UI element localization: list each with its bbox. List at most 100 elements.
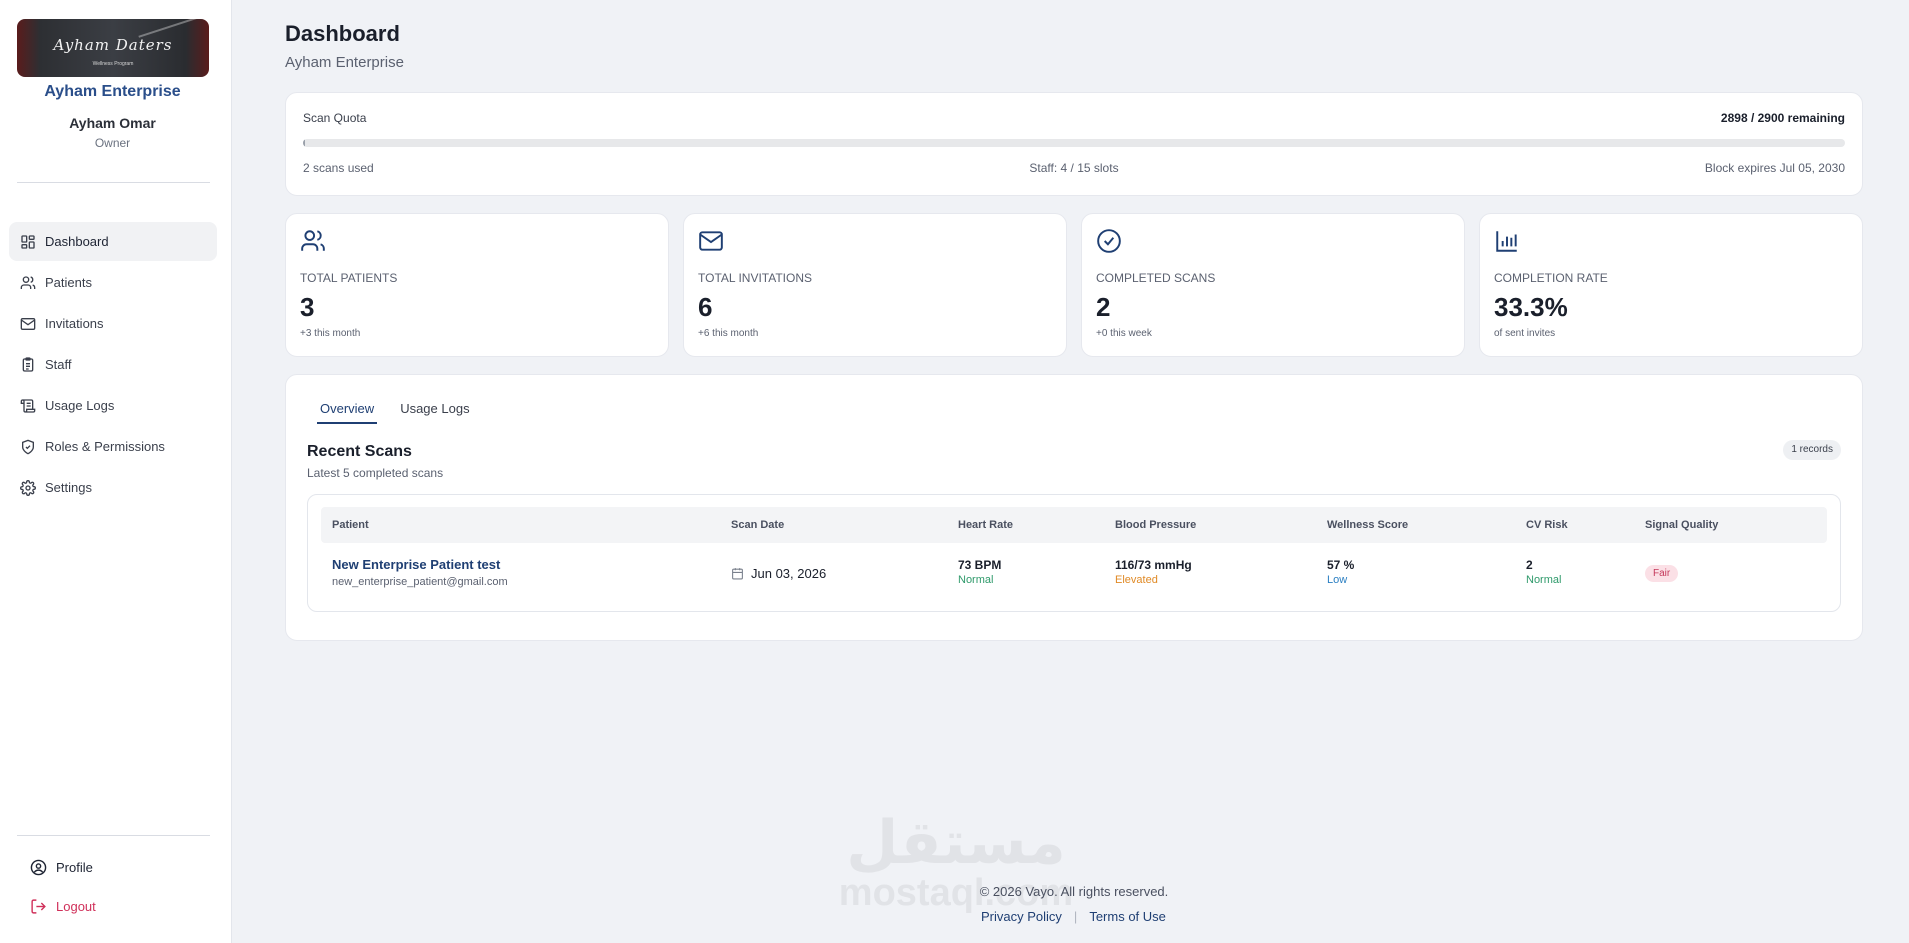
scan-date-cell: Jun 03, 2026 [731, 566, 826, 581]
quota-expiry: Block expires Jul 05, 2030 [1704, 161, 1845, 175]
column-header-heart-rate[interactable]: Heart Rate [958, 519, 1013, 531]
column-header-scan-date[interactable]: Scan Date [731, 519, 784, 531]
footer-copyright: © 2026 Vayo. All rights reserved. [979, 884, 1169, 899]
sidebar-item-patients[interactable]: Patients [9, 263, 217, 302]
tab-usage-logs[interactable]: Usage Logs [397, 401, 472, 424]
sidebar-item-invitations[interactable]: Invitations [9, 304, 217, 343]
table-header: Patient Scan Date Heart Rate Blood Press… [321, 507, 1827, 543]
records-count-badge: 1 records [1783, 440, 1841, 460]
quota-label: Scan Quota [303, 111, 367, 125]
sidebar-item-label: Patients [45, 275, 92, 290]
page-title: Dashboard [285, 21, 400, 46]
heart-rate-status: Normal [958, 574, 994, 586]
watermark-logo: مستقل mostaql.com [836, 808, 1076, 918]
calendar-icon [732, 568, 743, 580]
patient-cell: New Enterprise Patient test new_enterpri… [332, 557, 508, 588]
column-header-patient[interactable]: Patient [332, 519, 369, 531]
user-name: Ayham Omar [69, 115, 156, 131]
column-header-wellness-score[interactable]: Wellness Score [1327, 519, 1408, 531]
blood-pressure-cell: 116/73 mmHg Elevated [1115, 558, 1192, 586]
stat-label: COMPLETION RATE [1494, 271, 1608, 285]
privacy-policy-link[interactable]: Privacy Policy [981, 909, 1062, 924]
sidebar-item-dashboard[interactable]: Dashboard [9, 222, 217, 261]
signal-quality-cell: Fair [1645, 563, 1679, 582]
sidebar-item-roles-permissions[interactable]: Roles & Permissions [9, 427, 217, 466]
logout-button[interactable]: Logout [30, 898, 96, 915]
recent-scans-panel: Overview Usage Logs Recent Scans Latest … [285, 374, 1863, 641]
bar-chart-icon [1496, 231, 1517, 252]
terms-of-use-link[interactable]: Terms of Use [1089, 909, 1166, 924]
mail-icon [20, 317, 36, 330]
stat-value: 2 [1096, 292, 1111, 322]
quota-progress-bar [303, 139, 1845, 147]
signal-quality-badge: Fair [1645, 565, 1679, 582]
recent-scans-subtitle: Latest 5 completed scans [307, 466, 444, 480]
stat-label: TOTAL INVITATIONS [698, 271, 813, 285]
column-header-blood-pressure[interactable]: Blood Pressure [1115, 519, 1196, 531]
user-role: Owner [94, 136, 131, 150]
scroll-icon [20, 398, 36, 413]
column-header-cv-risk[interactable]: CV Risk [1526, 519, 1568, 531]
stat-note: +0 this week [1096, 328, 1152, 339]
column-header-signal-quality[interactable]: Signal Quality [1645, 519, 1718, 531]
sidebar-item-settings[interactable]: Settings [9, 468, 217, 507]
org-name: Ayham Enterprise [44, 83, 181, 100]
cv-risk-cell: 2 Normal [1526, 558, 1561, 586]
blood-pressure-status: Elevated [1115, 574, 1158, 586]
sidebar-item-label: Usage Logs [45, 398, 115, 413]
clipboard-icon [22, 356, 34, 372]
profile-link[interactable]: Profile [30, 859, 93, 876]
wellness-score-cell: 57 % Low [1327, 558, 1354, 586]
stat-card-completed-scans: COMPLETED SCANS 2 +0 this week [1081, 213, 1465, 357]
logo-subtitle: Wellness Program [92, 61, 134, 67]
stat-note: of sent invites [1494, 328, 1556, 339]
quota-progress-fill [303, 139, 305, 147]
sidebar-item-label: Settings [45, 480, 92, 495]
scan-date: Jun 03, 2026 [751, 566, 827, 581]
footer-separator: | [1073, 909, 1078, 924]
sidebar-item-label: Roles & Permissions [45, 439, 165, 454]
blood-pressure-value: 116/73 mmHg [1115, 558, 1192, 572]
page-subtitle: Ayham Enterprise [285, 54, 404, 71]
logo-signature: Ayham Daters [53, 36, 173, 54]
sidebar-item-label: Invitations [45, 316, 104, 331]
logout-label: Logout [56, 899, 96, 914]
sidebar-divider [17, 182, 210, 183]
cv-risk-value: 2 [1526, 558, 1533, 572]
sidebar-nav: Dashboard Patients Invitations Staff Usa… [9, 222, 217, 509]
patient-email: new_enterprise_patient@gmail.com [332, 576, 508, 588]
enterprise-logo: Ayham Daters Wellness Program [17, 19, 209, 77]
footer-links: Privacy Policy | Terms of Use [981, 909, 1166, 924]
stat-value: 3 [300, 292, 315, 322]
stat-card-total-invitations: TOTAL INVITATIONS 6 +6 this month [683, 213, 1067, 357]
tab-bar: Overview Usage Logs [317, 401, 493, 424]
user-circle-icon [30, 859, 47, 876]
scan-quota-card: Scan Quota 2898 / 2900 remaining 2 scans… [285, 92, 1863, 196]
stat-label: COMPLETED SCANS [1096, 271, 1216, 285]
sidebar-bottom-divider [17, 835, 210, 836]
heart-rate-value: 73 BPM [958, 558, 1002, 572]
dashboard-icon [21, 234, 35, 249]
stat-card-total-patients: TOTAL PATIENTS 3 +3 this month [285, 213, 669, 357]
users-icon [20, 275, 36, 289]
quota-remaining: 2898 / 2900 remaining [1720, 111, 1845, 125]
stat-value: 33.3% [1494, 292, 1568, 322]
check-circle-icon [1097, 229, 1121, 253]
sidebar-item-usage-logs[interactable]: Usage Logs [9, 386, 217, 425]
profile-label: Profile [56, 860, 93, 875]
sidebar-item-label: Dashboard [45, 234, 109, 249]
patient-name-link[interactable]: New Enterprise Patient test [332, 557, 508, 572]
wellness-score-value: 57 % [1327, 558, 1355, 572]
stat-note: +3 this month [300, 328, 361, 339]
sidebar-item-staff[interactable]: Staff [9, 345, 217, 384]
quota-staff-slots: Staff: 4 / 15 slots [1029, 161, 1119, 175]
users-icon [301, 230, 325, 251]
gear-icon [20, 479, 36, 496]
sidebar-item-label: Staff [45, 357, 72, 372]
recent-scans-title: Recent Scans [307, 443, 412, 460]
recent-scans-table: Patient Scan Date Heart Rate Blood Press… [307, 494, 1841, 612]
tab-overview[interactable]: Overview [317, 401, 378, 424]
sidebar: Ayham Daters Wellness Program Ayham Ente… [0, 0, 232, 943]
logo-decoration [138, 19, 206, 38]
heart-rate-cell: 73 BPM Normal [958, 558, 1001, 586]
